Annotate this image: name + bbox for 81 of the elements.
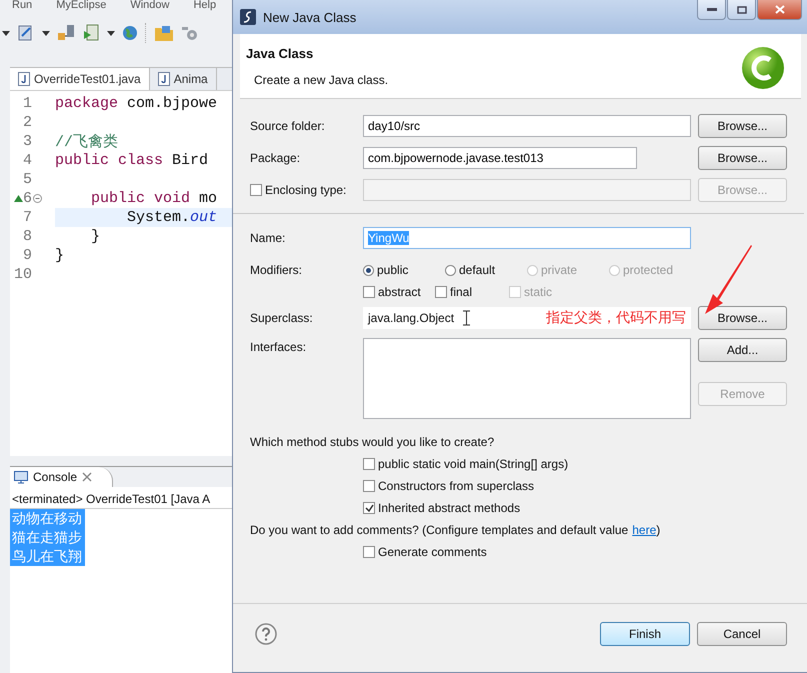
monitor-icon: [14, 470, 28, 484]
checkbox[interactable]: Inherited abstract methods: [363, 501, 520, 515]
line-number: 4: [22, 152, 32, 169]
maximize-button[interactable]: [727, 0, 756, 20]
line-number: 8: [22, 228, 32, 245]
code-line: package com.bjpowe: [55, 95, 218, 112]
tab-label: Anima: [174, 72, 208, 86]
fold-icon[interactable]: [33, 194, 42, 203]
here-link[interactable]: here: [632, 523, 656, 537]
menu-item[interactable]: Help: [193, 0, 216, 11]
cancel-button[interactable]: Cancel: [697, 622, 787, 646]
package-field[interactable]: com.bjpowernode.javase.test013: [363, 147, 637, 169]
app-icon: [240, 9, 256, 25]
annotation-text: 指定父类，代码不用写: [546, 309, 686, 327]
page-heading: Java Class: [246, 46, 314, 60]
editor-tab[interactable]: Anima: [150, 68, 217, 90]
console-tab[interactable]: Console: [10, 467, 114, 487]
window-title: New Java Class: [263, 10, 356, 24]
checkbox[interactable]: Constructors from superclass: [363, 479, 534, 493]
caret-icon[interactable]: [107, 30, 115, 36]
code-line: public void mo: [90, 190, 218, 207]
field-label: Superclass:: [250, 311, 314, 325]
globe-icon[interactable]: [122, 25, 138, 41]
field-label: Source folder:: [250, 119, 326, 133]
browse-button[interactable]: Browse...: [698, 114, 787, 138]
hierarchy-icon[interactable]: [57, 24, 75, 42]
code-line: //飞禽类: [55, 132, 118, 151]
minimize-button[interactable]: [697, 0, 726, 20]
line-number: 1: [22, 95, 32, 112]
folder-icon[interactable]: [154, 24, 174, 42]
checkbox[interactable]: Generate comments: [363, 545, 487, 559]
line-number: 9: [22, 247, 32, 264]
java-file-icon: [158, 72, 170, 86]
maximize-icon: [736, 6, 746, 14]
code-line: }: [90, 228, 100, 245]
checkmark-icon: [364, 504, 374, 512]
minimize-icon: [706, 8, 716, 12]
menu-item[interactable]: MyEclipse: [56, 0, 106, 11]
field-label: Interfaces:: [250, 339, 308, 354]
caret-icon[interactable]: [42, 30, 50, 36]
interfaces-list[interactable]: [363, 338, 691, 419]
line-number: 7: [22, 209, 32, 226]
radio-button[interactable]: default: [445, 263, 527, 277]
caret-icon[interactable]: [2, 30, 10, 36]
field-label: Modifiers:: [250, 263, 304, 277]
line-number: 5: [22, 171, 32, 188]
menu-item[interactable]: Window: [130, 0, 170, 11]
tab-label: OverrideTest01.java: [34, 72, 141, 86]
close-button[interactable]: [757, 0, 802, 20]
line-number: 6: [22, 190, 32, 207]
checkbox[interactable]: abstract: [363, 285, 435, 299]
superclass-value[interactable]: java.lang.Object: [368, 311, 454, 325]
question-text: Do you want to add comments? (Configure templates and default value here): [250, 522, 662, 539]
close-icon[interactable]: [82, 472, 92, 482]
browse-button[interactable]: Browse...: [698, 306, 787, 330]
line-number: 2: [22, 114, 32, 131]
text-cursor-icon: [463, 310, 470, 326]
gear-icon[interactable]: [181, 24, 199, 42]
code-line: }: [55, 247, 64, 264]
help-icon[interactable]: [255, 623, 277, 645]
line-number: 3: [22, 133, 32, 150]
tab-label: Console: [33, 470, 78, 484]
field-label: Package:: [250, 151, 302, 165]
checkbox[interactable]: public static void main(String[] args): [363, 457, 568, 471]
question-text: Which method stubs would you like to create?: [250, 434, 496, 451]
finish-button[interactable]: Finish: [600, 622, 690, 646]
add-button[interactable]: Add...: [698, 338, 787, 362]
code-line: public class Bird: [55, 152, 208, 169]
browse-button[interactable]: Browse...: [698, 146, 787, 170]
source-folder-field[interactable]: day10/src: [363, 115, 691, 137]
radio-button[interactable]: public: [363, 263, 445, 277]
page-description: Create a new Java class.: [253, 72, 388, 86]
class-icon: [741, 46, 785, 90]
checkbox[interactable]: final: [435, 285, 509, 299]
java-file-icon: [18, 72, 30, 86]
menu-item[interactable]: Run: [12, 0, 32, 11]
field-label: Name:: [250, 231, 286, 245]
line-number: 10: [12, 266, 32, 283]
run-icon[interactable]: [82, 24, 100, 42]
close-icon: [774, 5, 784, 14]
editor-tab[interactable]: OverrideTest01.java: [10, 68, 150, 90]
